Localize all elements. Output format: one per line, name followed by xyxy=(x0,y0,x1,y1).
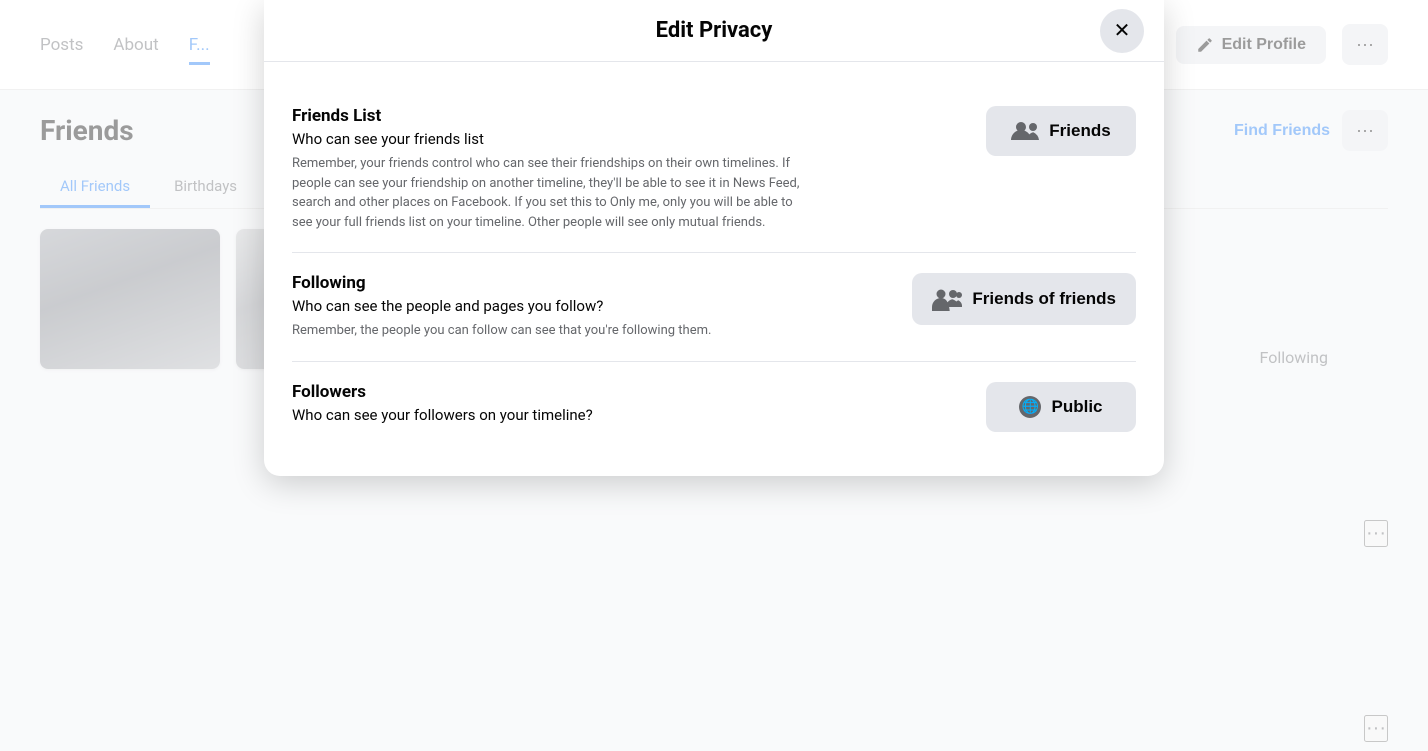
friends-list-title: Friends List xyxy=(292,106,966,126)
following-button-label: Friends of friends xyxy=(972,289,1116,309)
followers-button-label: Public xyxy=(1051,397,1102,417)
globe-icon: 🌐 xyxy=(1019,396,1041,418)
friends-icon xyxy=(1011,120,1039,142)
friends-list-content: Friends List Who can see your friends li… xyxy=(292,106,966,232)
friends-of-friends-icon xyxy=(932,287,962,311)
friends-list-privacy-button[interactable]: Friends xyxy=(986,106,1136,156)
privacy-section-followers: Followers Who can see your followers on … xyxy=(292,362,1136,452)
friends-list-subtitle: Who can see your friends list xyxy=(292,130,966,148)
following-title: Following xyxy=(292,273,892,293)
modal-close-button[interactable]: ✕ xyxy=(1100,9,1144,53)
followers-privacy-button[interactable]: 🌐 Public xyxy=(986,382,1136,432)
privacy-section-following: Following Who can see the people and pag… xyxy=(292,253,1136,362)
following-description: Remember, the people you can follow can … xyxy=(292,321,812,341)
following-privacy-button[interactable]: Friends of friends xyxy=(912,273,1136,325)
close-icon: ✕ xyxy=(1114,18,1131,43)
friends-list-description: Remember, your friends control who can s… xyxy=(292,154,812,232)
modal-body: Friends List Who can see your friends li… xyxy=(264,62,1164,476)
modal-title: Edit Privacy xyxy=(656,18,773,43)
modal-overlay: Edit Privacy ✕ Friends List Who can see … xyxy=(0,0,1428,751)
friends-list-button-label: Friends xyxy=(1049,121,1110,141)
privacy-section-friends-list: Friends List Who can see your friends li… xyxy=(292,86,1136,253)
followers-content: Followers Who can see your followers on … xyxy=(292,382,966,430)
followers-subtitle: Who can see your followers on your timel… xyxy=(292,406,966,424)
edit-privacy-modal: Edit Privacy ✕ Friends List Who can see … xyxy=(264,0,1164,476)
followers-title: Followers xyxy=(292,382,966,402)
modal-header: Edit Privacy ✕ xyxy=(264,0,1164,62)
following-subtitle: Who can see the people and pages you fol… xyxy=(292,297,892,315)
following-content: Following Who can see the people and pag… xyxy=(292,273,892,341)
